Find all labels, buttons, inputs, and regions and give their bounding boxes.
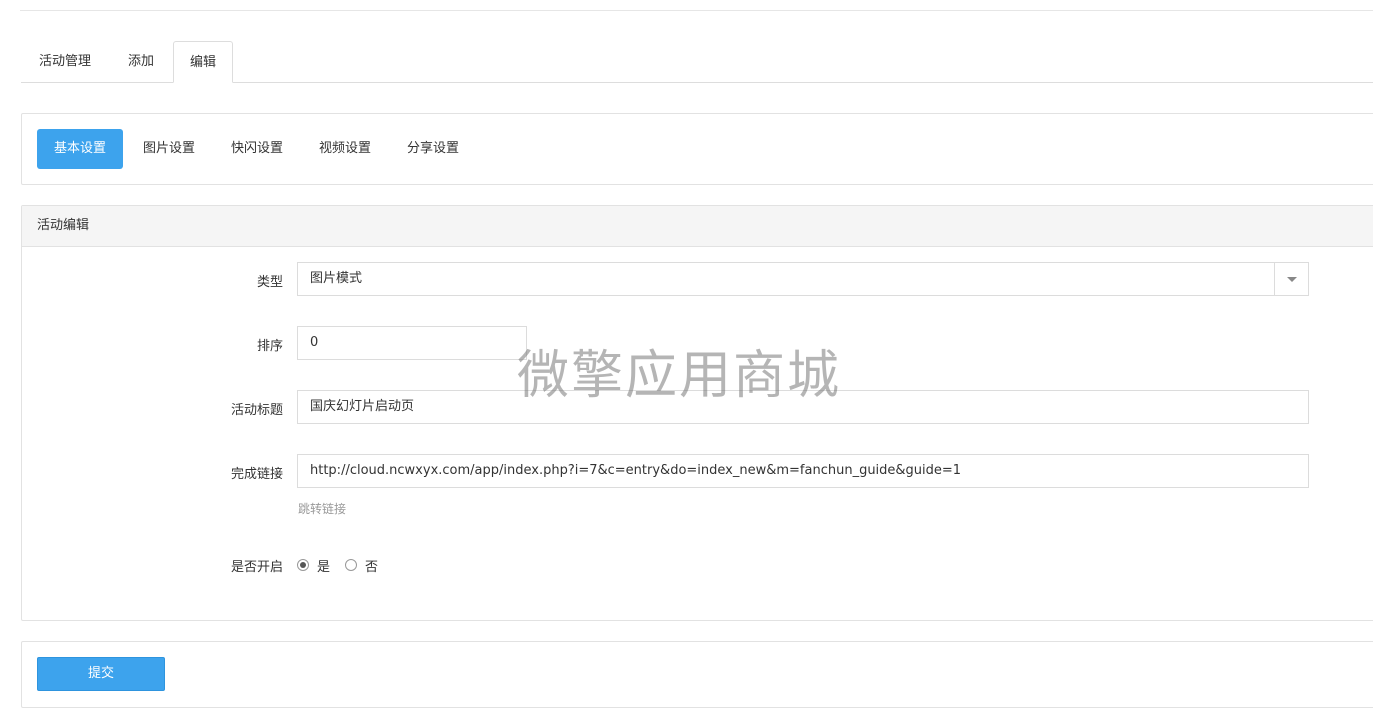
panel-heading: 活动编辑 — [22, 206, 1373, 247]
type-label: 类型 — [256, 275, 283, 290]
type-select[interactable]: 图片模式 — [297, 262, 1309, 296]
nav-video-settings[interactable]: 视频设置 — [304, 129, 386, 169]
link-label: 完成链接 — [230, 467, 283, 482]
top-tab-bar: 活动管理 添加 编辑 — [21, 41, 1373, 83]
type-select-value: 图片模式 — [310, 271, 363, 286]
radio-checked-icon[interactable] — [297, 559, 309, 571]
title-label: 活动标题 — [230, 403, 283, 418]
settings-nav-panel: 基本设置 图片设置 快闪设置 视频设置 分享设置 — [21, 113, 1373, 185]
submit-button[interactable]: 提交 — [37, 657, 165, 691]
enabled-no-option[interactable]: 否 — [345, 557, 379, 575]
nav-share-settings[interactable]: 分享设置 — [392, 129, 474, 169]
order-input[interactable]: 0 — [297, 326, 527, 360]
enabled-no-label: 否 — [365, 559, 379, 575]
activity-edit-panel: 活动编辑 类型 图片模式 排序 0 活动标题 国庆幻灯片启动页 完成链接 htt… — [21, 205, 1373, 621]
title-input[interactable]: 国庆幻灯片启动页 — [297, 390, 1309, 424]
radio-unchecked-icon[interactable] — [345, 559, 357, 571]
tab-add[interactable]: 添加 — [114, 41, 168, 83]
order-input-value: 0 — [310, 335, 319, 350]
enabled-yes-option[interactable]: 是 — [297, 557, 331, 575]
enabled-radio-group: 是 否 — [297, 557, 497, 575]
nav-basic-settings[interactable]: 基本设置 — [37, 129, 123, 169]
enabled-yes-label: 是 — [317, 559, 331, 575]
tab-activity-management[interactable]: 活动管理 — [21, 41, 109, 83]
title-input-value: 国庆幻灯片启动页 — [310, 399, 415, 414]
link-help-text: 跳转链接 — [298, 502, 347, 516]
top-divider — [20, 10, 1373, 11]
chevron-down-icon — [1287, 277, 1297, 282]
order-label: 排序 — [256, 339, 283, 354]
enabled-label: 是否开启 — [230, 560, 283, 575]
tab-edit[interactable]: 编辑 — [173, 41, 233, 83]
submit-panel: 提交 — [21, 641, 1373, 708]
link-input[interactable]: http://cloud.ncwxyx.com/app/index.php?i=… — [297, 454, 1309, 488]
select-arrow[interactable] — [1274, 263, 1308, 295]
nav-image-settings[interactable]: 图片设置 — [128, 129, 210, 169]
link-input-value: http://cloud.ncwxyx.com/app/index.php?i=… — [310, 463, 962, 478]
nav-flash-settings[interactable]: 快闪设置 — [216, 129, 298, 169]
